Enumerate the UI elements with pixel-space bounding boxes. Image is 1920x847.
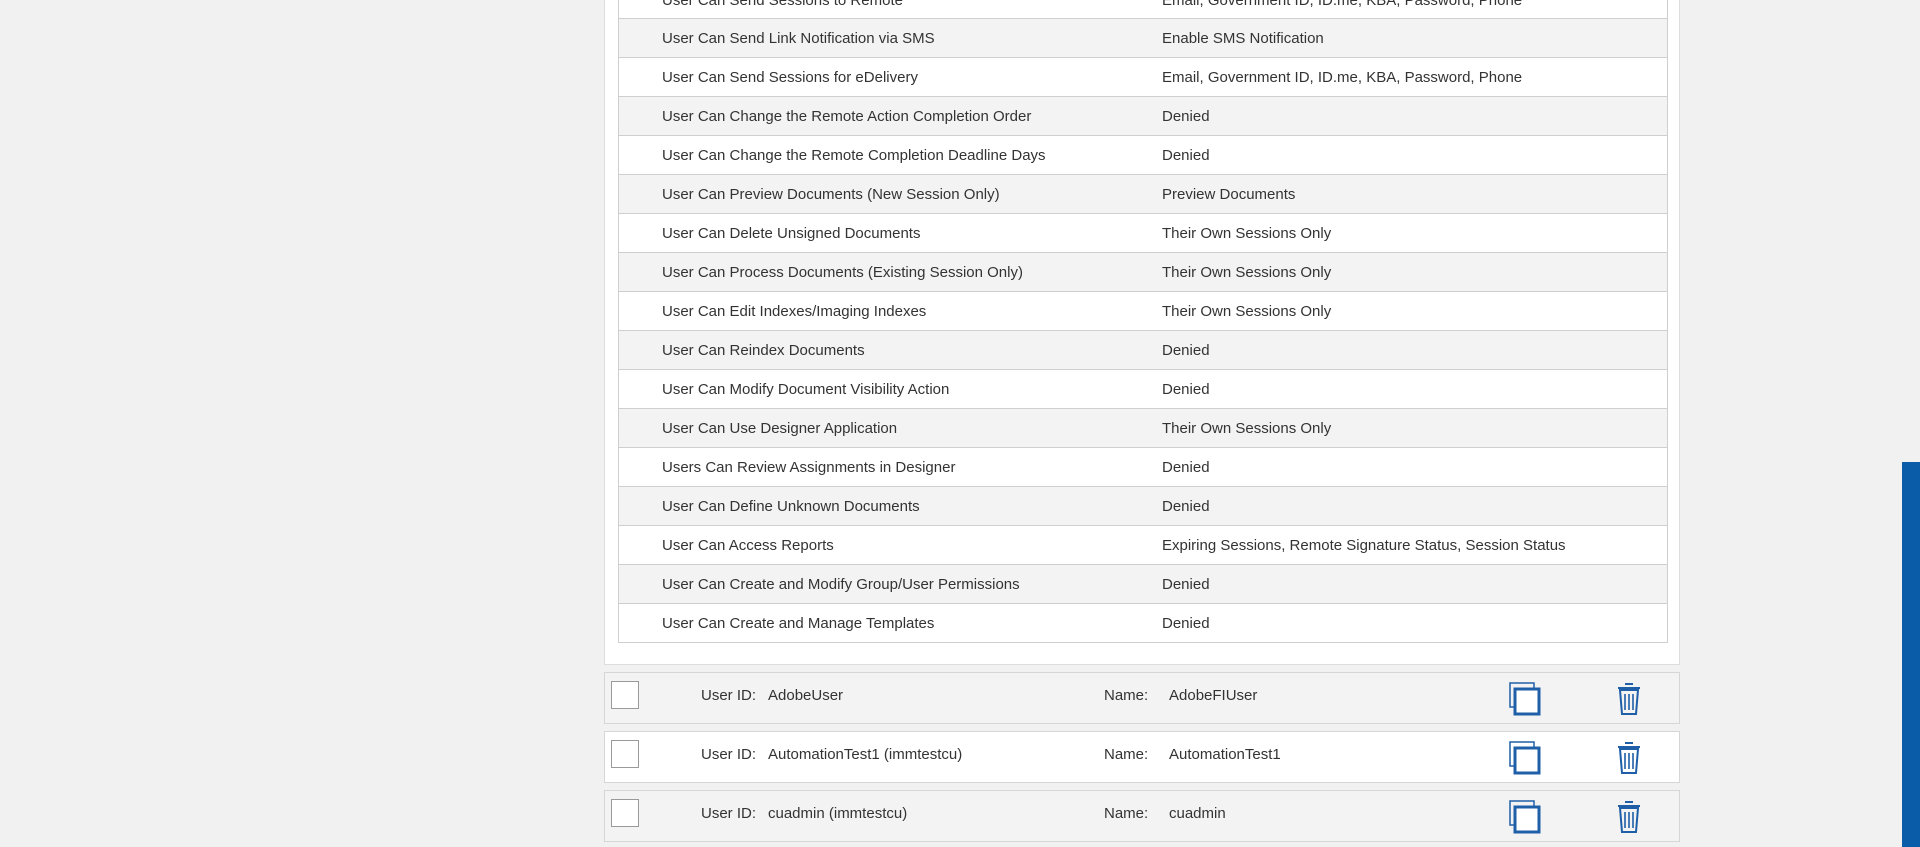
permission-name: User Can Use Designer Application [662,420,898,437]
permission-value: Denied [1162,381,1210,398]
user-select-checkbox[interactable] [611,799,639,827]
permission-value: Denied [1162,459,1210,476]
user-row: User ID: cuadmin (immtestcu) Name: cuadm… [604,790,1680,842]
user-name-value: AdobeFIUser [1169,687,1258,704]
user-id-value: AutomationTest1 (immtestcu) [768,746,963,763]
user-row: User ID: AdobeUser Name: AdobeFIUser [604,672,1680,724]
permission-row: Users Can Review Assignments in Designer… [618,448,1668,487]
permission-row: User Can Preview Documents (New Session … [618,175,1668,214]
permission-value: Their Own Sessions Only [1162,225,1332,242]
user-id-value: cuadmin (immtestcu) [768,805,908,822]
permission-row: User Can Modify Document Visibility Acti… [618,370,1668,409]
permission-row: User Can Change the Remote Completion De… [618,136,1668,175]
permission-row: User Can Create and Manage Templates Deni… [618,604,1668,643]
permission-name: User Can Send Sessions for eDelivery [662,69,918,86]
permission-name: User Can Modify Document Visibility Acti… [662,381,950,398]
permission-name: Users Can Review Assignments in Designer [662,459,956,476]
permission-row: User Can Use Designer Application Their O… [618,409,1668,448]
permission-value: Denied [1162,108,1210,125]
permission-row: User Can Delete Unsigned Documents Their … [618,214,1668,253]
permission-value: Preview Documents [1162,186,1296,203]
user-name-value: cuadmin [1169,805,1226,822]
trash-icon[interactable] [1615,681,1643,717]
permission-name: User Can Send Sessions to Remote [662,0,903,9]
user-select-checkbox[interactable] [611,740,639,768]
permission-name: User Can Define Unknown Documents [662,498,920,515]
copy-icon[interactable] [1508,681,1542,717]
permission-row: User Can Reindex Documents Denied [618,331,1668,370]
trash-icon[interactable] [1615,799,1643,835]
permission-row: User Can Send Sessions for eDelivery Emai… [618,58,1668,97]
copy-icon[interactable] [1508,799,1542,835]
permission-name: User Can Change the Remote Completion De… [662,147,1046,164]
permission-row: User Can Process Documents (Existing Ses… [618,253,1668,292]
user-name-value: AutomationTest1 [1169,746,1281,763]
user-id-label: User ID: [701,805,757,822]
permission-value: Email, Government ID, ID.me, KBA, Passwo… [1162,69,1523,86]
permission-value: Expiring Sessions, Remote Signature Stat… [1162,537,1566,554]
user-row: User ID: AutomationTest1 (immtestcu) Nam… [604,731,1680,783]
permission-value: Their Own Sessions Only [1162,264,1332,281]
permission-name: User Can Create and Manage Templates [662,615,935,632]
permission-row: User Can Edit Indexes/Imaging Indexes The… [618,292,1668,331]
permission-value: Email, Government ID, ID.me, KBA, Passwo… [1162,0,1523,9]
permissions-table: User Can Send Sessions to Remote Email, G… [618,0,1668,643]
user-id-value: AdobeUser [768,687,844,704]
user-id-label: User ID: [701,687,757,704]
trash-icon[interactable] [1615,740,1643,776]
permission-row: User Can Define Unknown Documents Denied [618,487,1668,526]
permission-name: User Can Reindex Documents [662,342,865,359]
user-name-label: Name: [1104,805,1149,822]
permission-value: Denied [1162,576,1210,593]
user-id-label: User ID: [701,746,757,763]
permission-row: User Can Send Sessions to Remote Email, G… [618,0,1668,19]
permission-name: User Can Preview Documents (New Session … [662,186,1000,203]
permission-name: User Can Process Documents (Existing Ses… [662,264,1023,281]
permission-row: User Can Send Link Notification via SMS E… [618,19,1668,58]
permission-row: User Can Change the Remote Action Comple… [618,97,1668,136]
permission-value: Their Own Sessions Only [1162,420,1332,437]
permission-value: Their Own Sessions Only [1162,303,1332,320]
permission-name: User Can Change the Remote Action Comple… [662,108,1032,125]
copy-icon[interactable] [1508,740,1542,776]
permission-name: User Can Delete Unsigned Documents [662,225,921,242]
permission-value: Denied [1162,342,1210,359]
permission-name: User Can Edit Indexes/Imaging Indexes [662,303,927,320]
permission-row: User Can Create and Modify Group/User Pe… [618,565,1668,604]
permission-name: User Can Create and Modify Group/User Pe… [662,576,1020,593]
permission-name: User Can Send Link Notification via SMS [662,30,935,47]
permission-name: User Can Access Reports [662,537,834,554]
user-select-checkbox[interactable] [611,681,639,709]
user-name-label: Name: [1104,687,1149,704]
permission-row: User Can Access Reports Expiring Sessions… [618,526,1668,565]
permission-value: Denied [1162,147,1210,164]
user-name-label: Name: [1104,746,1149,763]
scrollbar-thumb[interactable] [1902,462,1920,847]
permission-value: Enable SMS Notification [1162,30,1324,47]
permission-value: Denied [1162,615,1210,632]
permission-value: Denied [1162,498,1210,515]
